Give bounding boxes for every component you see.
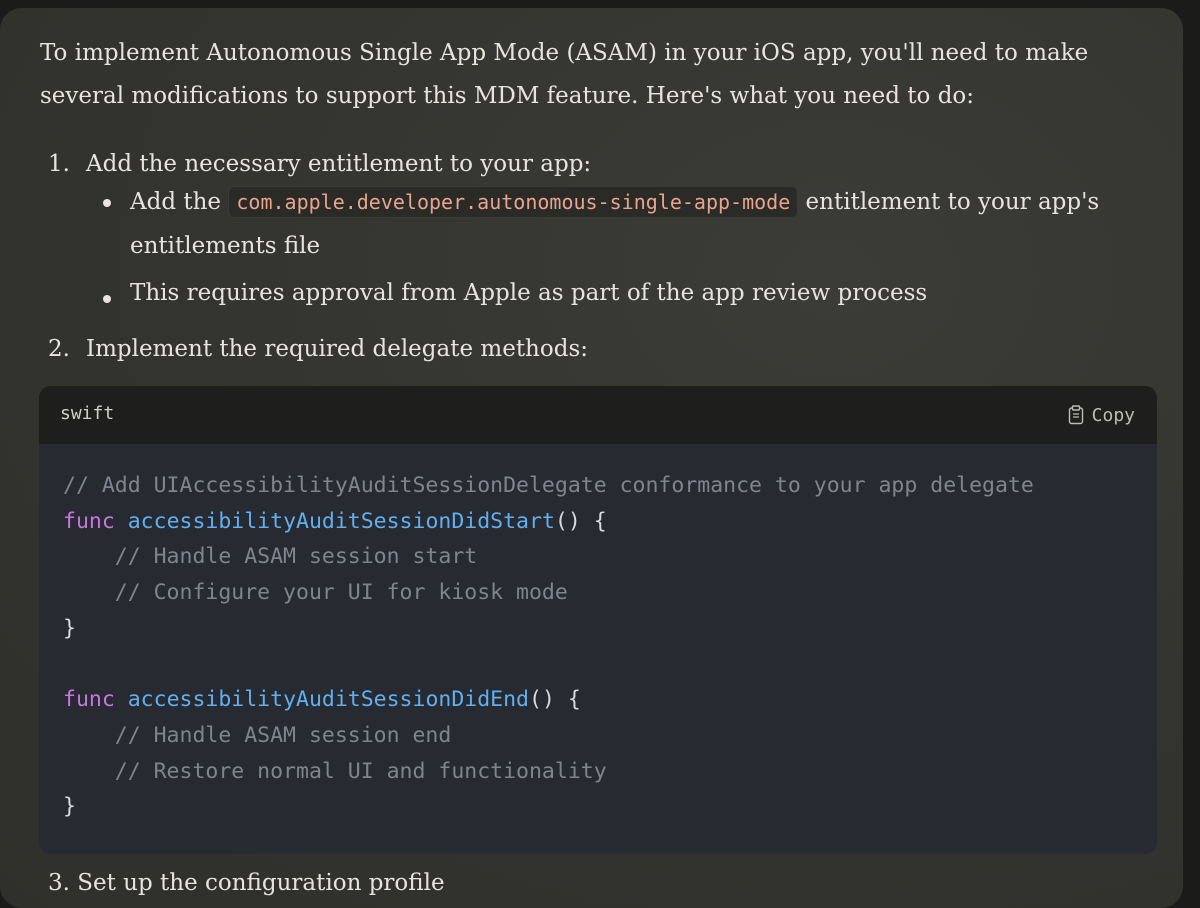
- assistant-message: To implement Autonomous Single App Mode …: [0, 8, 1183, 908]
- code-line: // Add UIAccessibilityAuditSessionDelega…: [63, 468, 1034, 504]
- bullet-dot: [103, 295, 111, 303]
- code-token-func: accessibilityAuditSessionDidEnd: [127, 687, 530, 713]
- bullet-dot: [103, 199, 111, 207]
- code-line: func accessibilityAuditSessionDidEnd() {: [63, 682, 1034, 718]
- code-token-comment: // Handle ASAM session start: [63, 544, 478, 570]
- code-line: // Restore normal UI and functionality: [63, 754, 1034, 790]
- code-token-comment: // Configure your UI for kiosk mode: [63, 580, 568, 606]
- code-token-punct: () {: [554, 508, 607, 534]
- code-content: // Add UIAccessibilityAuditSessionDelega…: [63, 468, 1034, 825]
- code-token-punct: () {: [529, 687, 581, 713]
- code-token-comment: // Restore normal UI and functionality: [63, 758, 607, 784]
- clipboard-icon: [1068, 405, 1084, 425]
- code-line: // Handle ASAM session start: [63, 539, 1034, 575]
- code-token-func: accessibilityAuditSessionDidStart: [127, 508, 555, 534]
- step-1-number: 1.: [48, 151, 70, 177]
- code-line: }: [63, 789, 1034, 825]
- code-token-punct: }: [63, 615, 76, 641]
- step-3: 3. Set up the configuration profile: [48, 863, 445, 903]
- bullet-entitlement: Add the com.apple.developer.autonomous-s…: [130, 180, 1110, 268]
- code-token-punct: [115, 687, 128, 712]
- code-token-comment: // Handle ASAM session end: [63, 722, 452, 748]
- step-2-text: Implement the required delegate methods:: [86, 336, 588, 362]
- step-1-text: Add the necessary entitlement to your ap…: [86, 151, 592, 177]
- code-header: swift Copy: [39, 386, 1157, 444]
- code-token-keyword: func: [63, 687, 115, 713]
- code-line: // Configure your UI for kiosk mode: [63, 575, 1034, 611]
- code-block: swift Copy // Add UIAccessibilityAuditSe…: [39, 386, 1157, 854]
- code-token-punct: }: [63, 794, 76, 820]
- entitlement-inline-code: com.apple.developer.autonomous-single-ap…: [228, 186, 799, 218]
- step-2-number: 2.: [48, 336, 70, 362]
- intro-paragraph: To implement Autonomous Single App Mode …: [40, 40, 1089, 109]
- bullet-approval: This requires approval from Apple as par…: [130, 280, 928, 306]
- code-token-keyword: func: [63, 508, 115, 534]
- code-line: // Handle ASAM session end: [63, 718, 1034, 754]
- code-language-label: swift: [60, 403, 115, 424]
- step-3-text: Set up the configuration profile: [77, 870, 445, 896]
- copy-button[interactable]: Copy: [1068, 401, 1135, 429]
- code-token-comment: // Add UIAccessibilityAuditSessionDelega…: [63, 473, 1034, 498]
- code-line: }: [63, 611, 1034, 647]
- step-3-number: 3.: [48, 870, 70, 896]
- code-token-punct: [115, 509, 128, 534]
- copy-label: Copy: [1091, 404, 1135, 426]
- code-line: func accessibilityAuditSessionDidStart()…: [63, 504, 1034, 540]
- bullet-entitlement-prefix: Add the: [130, 189, 229, 215]
